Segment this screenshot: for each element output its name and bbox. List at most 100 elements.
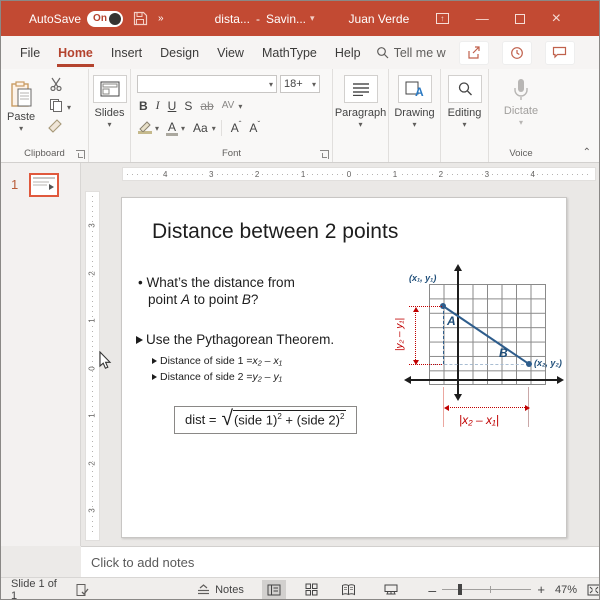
- zoom-out-button[interactable]: –: [428, 582, 436, 598]
- h-ruler-number: 4: [528, 169, 537, 179]
- editing-button[interactable]: Editing ▾: [441, 69, 488, 129]
- zoom-in-button[interactable]: +: [537, 582, 545, 597]
- paragraph-group: Paragraph ▾: [333, 69, 389, 162]
- y-axis-arrow-up: [454, 264, 462, 271]
- slide-thumbnail[interactable]: [29, 173, 59, 197]
- save-icon[interactable]: [133, 11, 148, 26]
- drawing-button[interactable]: A Drawing ▾: [389, 69, 440, 129]
- thumb-line: [33, 177, 55, 179]
- copy-button[interactable]: [49, 98, 63, 112]
- slide-title[interactable]: Distance between 2 points: [152, 220, 398, 244]
- font-size-combobox[interactable]: 18+ ▾: [280, 75, 320, 93]
- dictate-button[interactable]: Dictate ▾: [489, 69, 553, 127]
- accessibility-button[interactable]: [76, 583, 89, 597]
- tab-help[interactable]: Help: [326, 36, 370, 69]
- ribbon-display-options-button[interactable]: ↑: [427, 1, 457, 36]
- arrow-bullet-icon: [136, 335, 143, 344]
- slideshow-icon: [384, 584, 398, 594]
- close-button[interactable]: ×: [541, 1, 571, 36]
- font-color-dropdown-icon[interactable]: ▾: [181, 124, 185, 133]
- strikethrough-button[interactable]: ab: [196, 98, 217, 114]
- zoom-level[interactable]: 47%: [555, 584, 577, 596]
- notes-toggle-button[interactable]: Notes: [197, 584, 244, 596]
- font-name-combobox[interactable]: ▾: [137, 75, 277, 93]
- highlight-pen-button[interactable]: [135, 120, 155, 135]
- font-dialog-launcher[interactable]: [320, 150, 329, 159]
- slide-canvas[interactable]: Distance between 2 points • What’s the d…: [121, 197, 567, 538]
- bullet-distance-question[interactable]: • What’s the distance from point A to po…: [138, 274, 295, 308]
- zoom-slider-thumb[interactable]: [458, 584, 463, 595]
- autosave-toggle[interactable]: On: [87, 10, 124, 27]
- bullet-pythagorean[interactable]: Use the Pythagorean Theorem.: [136, 332, 334, 347]
- status-bar: Slide 1 of 1 Notes – + 47%: [1, 577, 599, 600]
- sub-bullet-side1[interactable]: Distance of side 1 = x₂ – x₁: [152, 355, 282, 367]
- font-group: ▾ 18+ ▾ B I U S ab AV ▾ ▾ A ▾ Aa ▾ Aˆ Aˇ…: [131, 69, 333, 162]
- notes-pane[interactable]: Click to add notes: [81, 546, 599, 577]
- copy-dropdown-icon[interactable]: ▾: [67, 103, 71, 112]
- coordinate-diagram[interactable]: (x₁, y₁) A B (x₂, y₂) |y₂ – y₁| |x₂ – x₁…: [387, 258, 568, 453]
- tab-view[interactable]: View: [208, 36, 253, 69]
- change-case-dropdown-icon[interactable]: ▾: [212, 124, 216, 133]
- x-axis-arrow-left: [404, 376, 411, 384]
- paste-label: Paste: [7, 111, 36, 123]
- shrink-font-button[interactable]: Aˇ: [245, 119, 264, 136]
- b1-end: ?: [250, 292, 259, 307]
- slides-button[interactable]: Slides ▾: [89, 69, 130, 129]
- y-axis: [457, 270, 459, 395]
- v-ruler-number: 2: [86, 460, 98, 466]
- character-spacing-button[interactable]: AV: [218, 99, 239, 112]
- normal-view-button[interactable]: [261, 579, 286, 599]
- change-case-button[interactable]: Aa: [189, 120, 212, 136]
- format-painter-button[interactable]: [47, 119, 63, 134]
- plus-sign: +: [281, 412, 297, 428]
- dictate-mic-icon: [513, 75, 529, 105]
- slide-sorter-view-button[interactable]: [299, 580, 323, 600]
- history-button[interactable]: [501, 40, 532, 65]
- paragraph-lines-icon: [343, 75, 378, 103]
- slides-group: Slides ▾: [89, 69, 131, 162]
- share-icon: [467, 45, 480, 59]
- clipboard-dialog-launcher[interactable]: [76, 150, 85, 159]
- cut-button[interactable]: [49, 77, 63, 91]
- tell-me-search[interactable]: Tell me w: [376, 46, 446, 60]
- horizontal-ruler[interactable]: 4 3 2 1 0 1 2 3 4: [122, 167, 596, 181]
- italic-button[interactable]: I: [152, 97, 164, 114]
- collapse-ribbon-icon[interactable]: ⌃: [583, 147, 591, 158]
- grow-font-button[interactable]: Aˆ: [227, 119, 246, 136]
- underline-button[interactable]: U: [164, 98, 181, 114]
- highlight-dropdown-icon[interactable]: ▾: [155, 124, 159, 133]
- quick-access-overflow-icon[interactable]: »: [158, 13, 163, 24]
- distance-formula[interactable]: dist = √ (side 1)2 + (side 2)2: [174, 406, 358, 434]
- zoom-slider[interactable]: [442, 584, 532, 595]
- bold-button[interactable]: B: [135, 98, 152, 114]
- minimize-button[interactable]: —: [467, 1, 497, 36]
- tab-file[interactable]: File: [11, 36, 49, 69]
- comments-button[interactable]: [544, 40, 575, 65]
- x-axis: [410, 379, 558, 381]
- paragraph-button[interactable]: Paragraph ▾: [333, 69, 388, 129]
- tab-insert[interactable]: Insert: [102, 36, 151, 69]
- v-ruler-number: 3: [86, 223, 98, 228]
- character-spacing-dropdown-icon[interactable]: ▾: [238, 102, 242, 111]
- title-dropdown-icon[interactable]: ▾: [310, 13, 315, 24]
- tab-mathtype[interactable]: MathType: [253, 36, 326, 69]
- sub-bullet-side2[interactable]: Distance of side 2 = y₂ – y₁: [152, 371, 282, 383]
- reading-view-button[interactable]: [336, 580, 360, 600]
- font-color-button[interactable]: A: [163, 120, 181, 136]
- maximize-button[interactable]: [505, 1, 535, 36]
- vertical-ruler[interactable]: 3 2 1 0 1 2 3: [85, 191, 100, 541]
- text-shadow-button[interactable]: S: [180, 98, 196, 114]
- slideshow-view-button[interactable]: [379, 580, 403, 600]
- font-row-1: B I U S ab AV ▾: [135, 97, 242, 114]
- sqrt-symbol: √: [221, 407, 233, 430]
- fit-slide-button[interactable]: [587, 584, 599, 596]
- side2-term: (side 2): [296, 412, 340, 428]
- share-button[interactable]: [458, 40, 489, 65]
- tab-design[interactable]: Design: [151, 36, 208, 69]
- ribbon-display-icon: ↑: [435, 13, 449, 24]
- drawing-dropdown-icon: ▾: [412, 120, 417, 129]
- formula-lhs: dist =: [185, 411, 217, 427]
- paste-button[interactable]: Paste ▾: [7, 75, 35, 133]
- tab-home[interactable]: Home: [49, 36, 102, 69]
- title-bar: AutoSave On » dista... - Savin... ▾ Juan…: [1, 1, 599, 36]
